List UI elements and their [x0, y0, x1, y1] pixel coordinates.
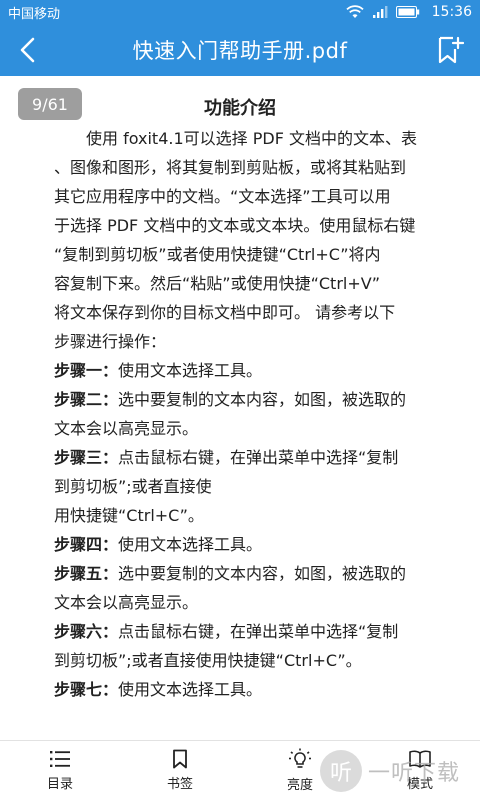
step-label: 步骤五： [54, 564, 119, 583]
signal-icon [372, 5, 388, 19]
text-line: 用快捷键“Ctrl+C”。 [54, 501, 434, 530]
bookmarks-button[interactable]: 书签 [120, 741, 240, 800]
text-line: 容复制下来。然后“粘贴”或使用快捷“Ctrl+V” [54, 269, 434, 298]
text-line: 步骤七：使用文本选择工具。 [54, 675, 434, 704]
back-button[interactable] [8, 30, 48, 70]
text-line: 步骤五：选中要复制的文本内容，如图，被选取的 [54, 559, 434, 588]
line-text: 点击鼠标右键，在弹出菜单中选择“复制 [118, 622, 399, 641]
status-bar: 中国移动 15:36 [0, 0, 480, 24]
brightness-label: 亮度 [286, 778, 313, 793]
bookmark-add-icon [438, 36, 464, 64]
lightbulb-icon [289, 748, 311, 768]
line-text: 步骤进行操作： [54, 332, 167, 351]
text-line: 其它应用程序中的文档。“文本选择”工具可以用 [54, 182, 434, 211]
line-text: 容复制下来。然后“粘贴”或使用快捷“Ctrl+V” [54, 274, 380, 293]
brightness-button[interactable]: 亮度 [240, 741, 360, 800]
line-text: 、图像和图形，将其复制到剪贴板，或将其粘贴到 [54, 158, 407, 177]
line-text: “复制到剪切板”或者使用快捷键“Ctrl+C”将内 [54, 245, 381, 264]
line-text: 其它应用程序中的文档。“文本选择”工具可以用 [54, 187, 391, 206]
line-text: 到剪切板”;或者直接使 [54, 477, 212, 496]
line-text: 使用文本选择工具。 [118, 535, 263, 554]
line-text: 点击鼠标右键，在弹出菜单中选择“复制 [118, 448, 399, 467]
book-icon [409, 750, 431, 768]
bookmark-icon [173, 749, 187, 769]
wifi-icon [346, 5, 364, 19]
step-label: 步骤四： [54, 535, 119, 554]
step-label: 步骤三： [54, 448, 119, 467]
bookmarks-label: 书签 [166, 777, 193, 792]
battery-icon [395, 6, 420, 18]
line-text: 于选择 PDF 文档中的文本或文本块。使用鼠标右键 [54, 216, 416, 235]
text-line: 步骤进行操作： [54, 327, 434, 356]
line-text: 将文本保存到你的目标文档中即可。 请参考以下 [54, 303, 396, 322]
mode-button[interactable]: 模式 [360, 741, 480, 800]
line-text: 文本会以高亮显示。 [54, 593, 199, 612]
line-text: 选中要复制的文本内容，如图，被选取的 [118, 564, 407, 583]
text-line: 于选择 PDF 文档中的文本或文本块。使用鼠标右键 [54, 211, 434, 240]
line-text: 使用 foxit4.1可以选择 PDF 文档中的文本、表 [54, 129, 417, 148]
text-line: “复制到剪切板”或者使用快捷键“Ctrl+C”将内 [54, 240, 434, 269]
text-line: 到剪切板”;或者直接使 [54, 472, 434, 501]
text-line: 将文本保存到你的目标文档中即可。 请参考以下 [54, 298, 434, 327]
carrier-name: 中国移动 [8, 6, 61, 22]
chevron-left-icon [20, 37, 35, 63]
text-line: 文本会以高亮显示。 [54, 414, 434, 443]
document-text: 使用 foxit4.1可以选择 PDF 文档中的文本、表 、图像和图形，将其复制到… [54, 124, 434, 704]
line-text: 文本会以高亮显示。 [54, 419, 199, 438]
text-line: 步骤一：使用文本选择工具。 [54, 356, 434, 385]
line-text: 使用文本选择工具。 [118, 361, 263, 380]
line-text: 选中要复制的文本内容，如图，被选取的 [118, 390, 407, 409]
document-title: 快速入门帮助手册.pdf [132, 39, 348, 63]
mode-label: 模式 [406, 777, 433, 792]
step-label: 步骤六： [54, 622, 119, 641]
toc-button[interactable]: 目录 [0, 741, 120, 800]
step-label: 步骤七： [54, 680, 119, 699]
text-line: 步骤四：使用文本选择工具。 [54, 530, 434, 559]
text-line: 步骤二：选中要复制的文本内容，如图，被选取的 [54, 385, 434, 414]
add-bookmark-button[interactable] [432, 32, 468, 68]
app-bar: 快速入门帮助手册.pdf [0, 24, 480, 76]
line-text: 使用文本选择工具。 [118, 680, 263, 699]
line-text: 用快捷键“Ctrl+C”。 [54, 506, 204, 525]
step-label: 步骤二： [54, 390, 119, 409]
status-icons: 15:36 [346, 4, 472, 20]
text-line: 步骤六：点击鼠标右键，在弹出菜单中选择“复制 [54, 617, 434, 646]
line-text: 到剪切板”;或者直接使用快捷键“Ctrl+C”。 [54, 651, 362, 670]
text-line: 文本会以高亮显示。 [54, 588, 434, 617]
list-icon [50, 751, 70, 767]
text-line: 步骤三：点击鼠标右键，在弹出菜单中选择“复制 [54, 443, 434, 472]
text-line: 使用 foxit4.1可以选择 PDF 文档中的文本、表 [54, 124, 434, 153]
bottom-toolbar: 目录 书签 亮度 模式 [0, 740, 480, 800]
step-label: 步骤一： [54, 361, 119, 380]
text-line: 、图像和图形，将其复制到剪贴板，或将其粘贴到 [54, 153, 434, 182]
toc-label: 目录 [46, 777, 73, 792]
document-view[interactable]: 功能介绍 9/61 使用 foxit4.1可以选择 PDF 文档中的文本、表 、图… [0, 76, 480, 740]
text-line: 到剪切板”;或者直接使用快捷键“Ctrl+C”。 [54, 646, 434, 675]
page-indicator: 9/61 [18, 88, 82, 120]
clock: 15:36 [431, 4, 472, 20]
